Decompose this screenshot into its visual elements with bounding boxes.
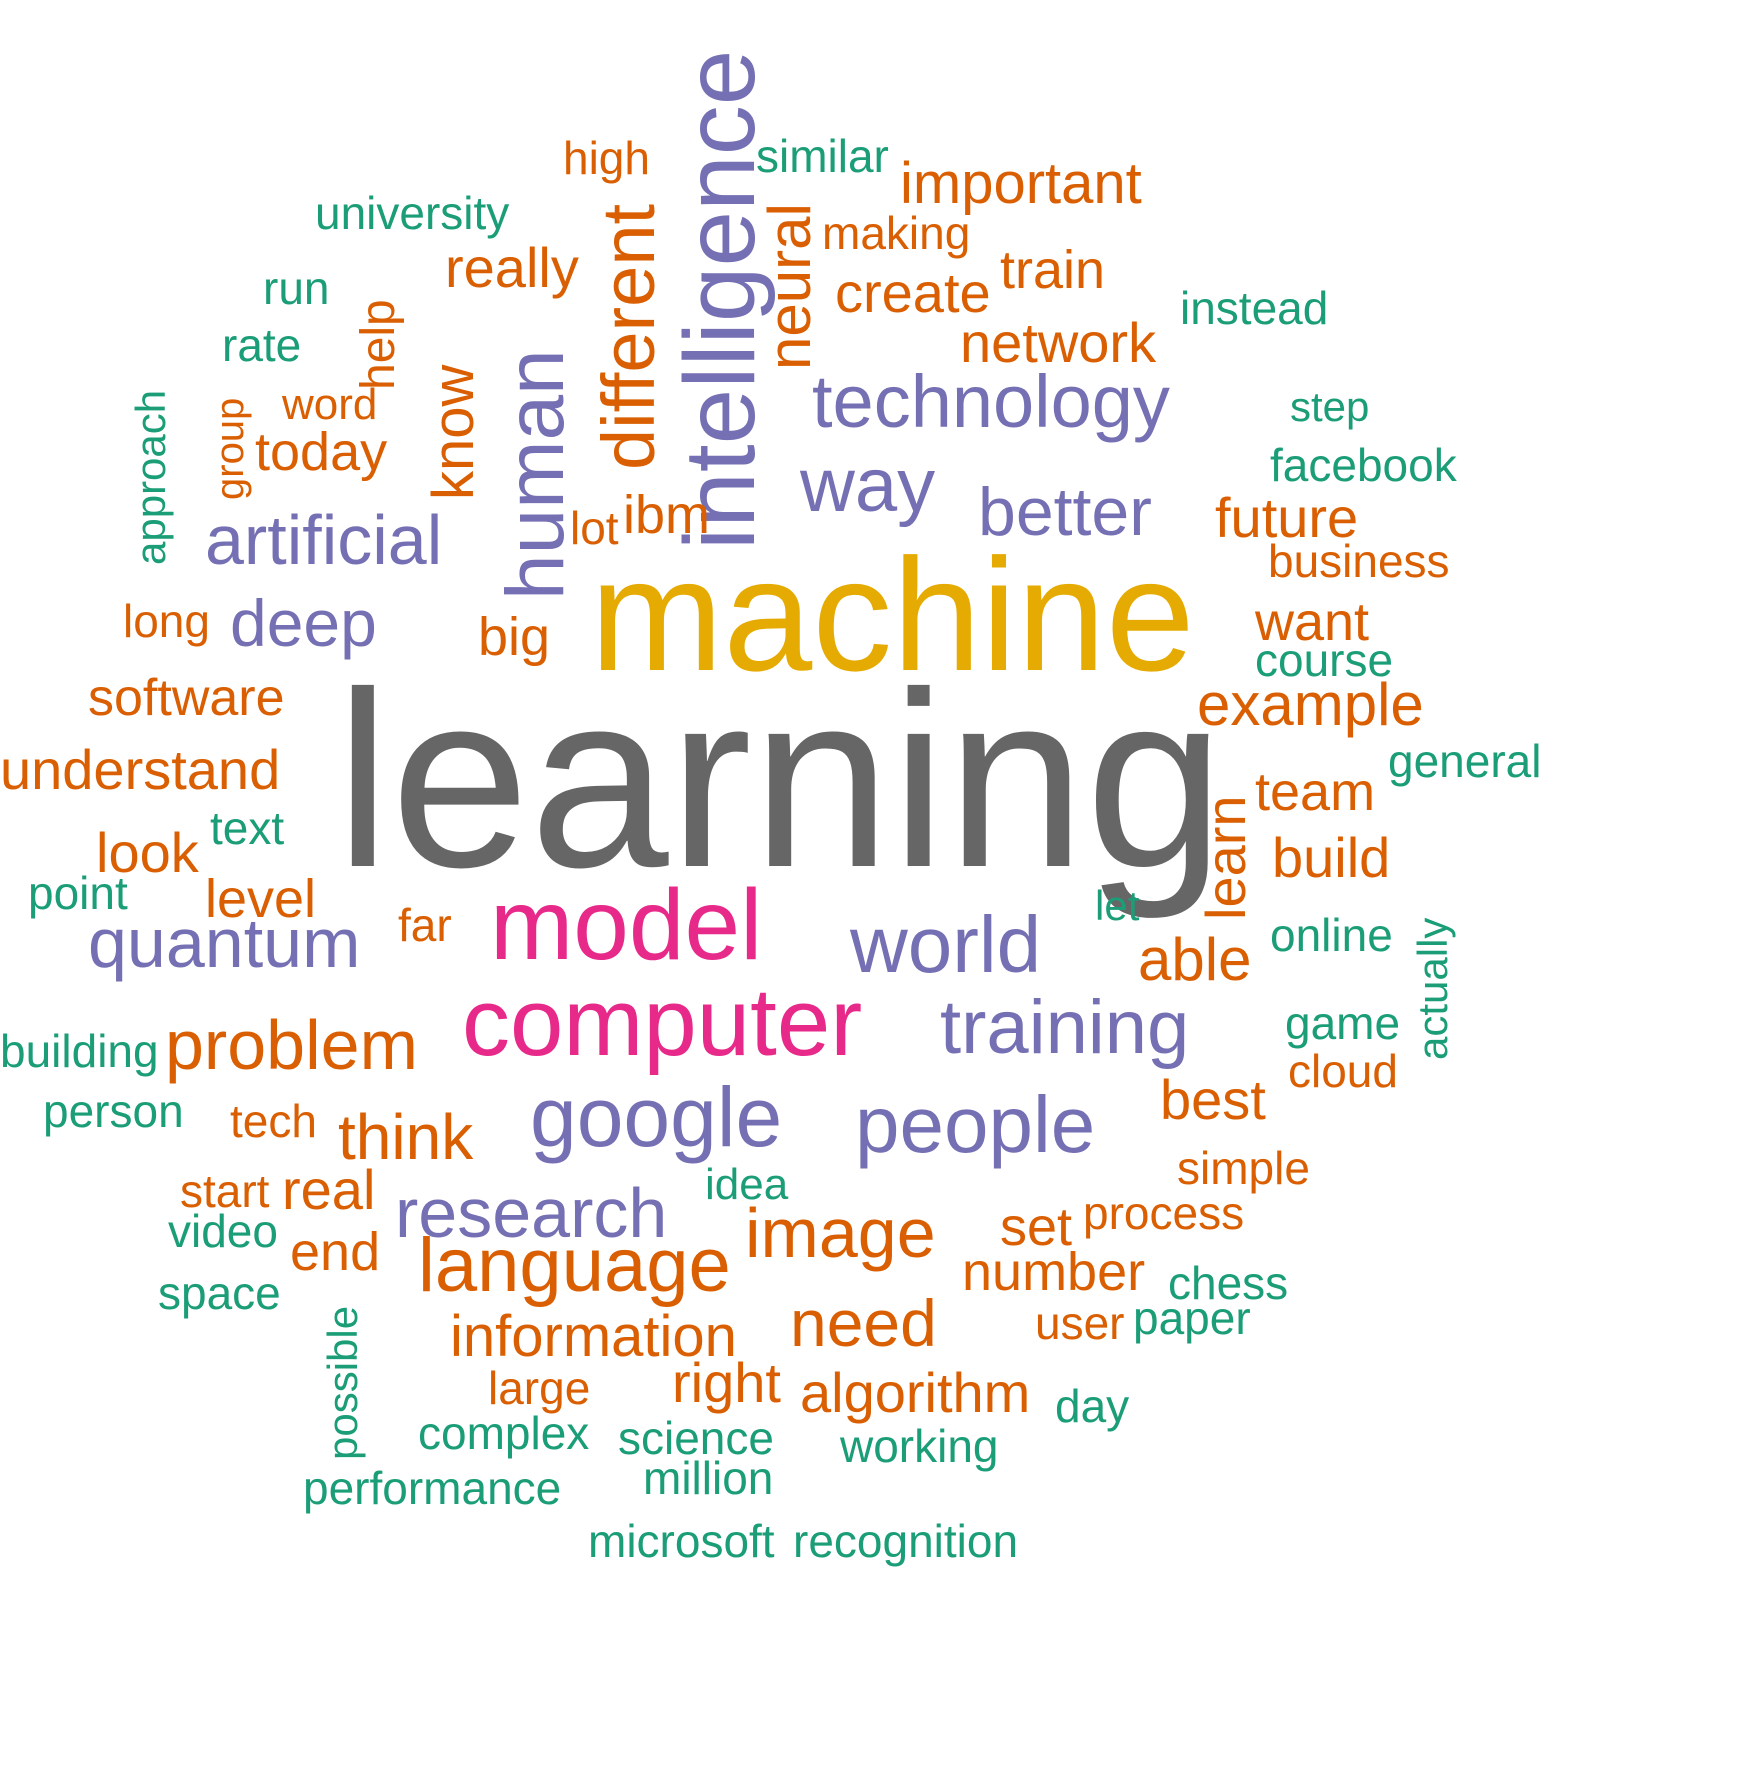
word-cloud: learning machine model computer intelligence… (0, 0, 1750, 1771)
word-language: language (418, 1223, 731, 1308)
word-computer: computer (462, 969, 863, 1076)
word-microsoft: microsoft (588, 1515, 775, 1567)
word-neural: neural (756, 203, 823, 370)
word-big: big (478, 607, 551, 667)
word-world: world (850, 900, 1042, 989)
word-run: run (263, 262, 330, 314)
word-step: step (1290, 383, 1370, 430)
word-making: making (822, 207, 971, 259)
word-person: person (43, 1085, 184, 1137)
word-image: image (745, 1194, 936, 1272)
word-rate: rate (222, 319, 302, 371)
word-similar: similar (756, 130, 889, 182)
word-actually: actually (1409, 917, 1456, 1060)
word-intelligence: intelligence (664, 49, 776, 550)
word-process: process (1083, 1187, 1245, 1239)
word-human: human (490, 349, 581, 600)
word-technology: technology (812, 360, 1170, 443)
word-point: point (28, 867, 128, 919)
word-possible: possible (319, 1305, 366, 1460)
word-different: different (587, 203, 670, 470)
word-artificial: artificial (205, 501, 443, 579)
word-software: software (88, 669, 285, 727)
word-lot: lot (570, 502, 619, 554)
word-problem: problem (165, 1006, 418, 1084)
word-cloud: cloud (1288, 1045, 1398, 1097)
word-large: large (488, 1362, 591, 1414)
word-able: able (1138, 926, 1252, 993)
word-text: text (210, 802, 285, 854)
word-let: let (1095, 882, 1140, 929)
word-performance: performance (303, 1462, 562, 1514)
word-video: video (168, 1205, 278, 1257)
word-way: way (800, 443, 936, 528)
word-simple: simple (1177, 1142, 1310, 1194)
word-build: build (1272, 826, 1391, 889)
word-building: building (0, 1025, 159, 1077)
word-game: game (1285, 997, 1401, 1049)
word-business: business (1268, 535, 1450, 587)
word-far: far (398, 899, 452, 951)
word-working: working (840, 1420, 999, 1472)
word-day: day (1055, 1380, 1130, 1432)
word-important: important (900, 151, 1142, 216)
word-help: help (352, 299, 405, 390)
word-network: network (960, 311, 1157, 374)
word-model: model (490, 869, 763, 981)
word-tech: tech (230, 1095, 317, 1147)
word-learn: learn (1194, 795, 1257, 920)
word-group: group (208, 397, 252, 500)
word-real: real (282, 1158, 376, 1221)
word-instead: instead (1180, 282, 1329, 334)
word-train: train (1000, 240, 1106, 300)
word-team: team (1255, 762, 1376, 822)
word-need: need (790, 1286, 937, 1360)
word-long: long (123, 595, 210, 647)
word-user: user (1035, 1297, 1125, 1349)
word-know: know (421, 364, 486, 500)
word-level: level (205, 869, 317, 929)
word-paper: paper (1133, 1292, 1251, 1344)
word-general: general (1388, 735, 1542, 787)
word-facebook: facebook (1270, 439, 1457, 491)
word-best: best (1160, 1068, 1266, 1131)
word-really: really (445, 236, 579, 299)
word-ibm: ibm (623, 485, 711, 545)
word-deep: deep (230, 586, 377, 660)
word-machine: machine (590, 525, 1195, 704)
word-university: university (315, 187, 510, 239)
word-million: million (643, 1452, 774, 1504)
word-today: today (255, 422, 388, 482)
word-algorithm: algorithm (800, 1361, 1031, 1424)
word-right: right (672, 1351, 781, 1414)
word-space: space (158, 1267, 281, 1319)
word-understand: understand (0, 738, 281, 801)
word-people: people (855, 1080, 1096, 1169)
word-complex: complex (418, 1407, 590, 1459)
word-high: high (563, 132, 650, 184)
word-word: word (282, 380, 378, 429)
word-online: online (1270, 909, 1393, 961)
word-end: end (290, 1222, 381, 1282)
word-better: better (978, 474, 1152, 550)
word-approach: approach (127, 389, 174, 565)
word-number: number (962, 1242, 1146, 1302)
word-google: google (530, 1070, 783, 1164)
word-example: example (1197, 671, 1424, 738)
word-training: training (940, 985, 1190, 1070)
word-recognition: recognition (793, 1515, 1019, 1567)
